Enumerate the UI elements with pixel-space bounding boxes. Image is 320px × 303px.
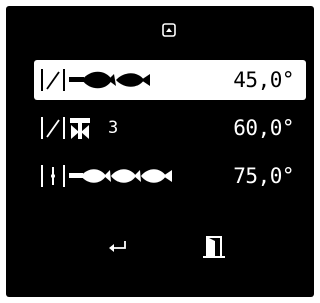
angle-item-2[interactable]: 3 60,0° — [34, 108, 306, 148]
stitch-count: 3 — [108, 118, 119, 138]
angle-item-1[interactable]: 45,0° — [34, 60, 306, 100]
angle-item-3[interactable]: 75,0° — [34, 156, 306, 196]
enter-icon[interactable] — [107, 239, 129, 255]
scroll-up-icon[interactable] — [162, 23, 176, 37]
angle-value: 60,0° — [233, 116, 294, 140]
angled-stitch-fish-pattern-icon — [41, 69, 150, 91]
exit-door-icon[interactable] — [203, 235, 225, 259]
angle-value: 75,0° — [233, 164, 294, 188]
display-screen: 45,0° 3 60,0° 75,0° — [6, 6, 314, 297]
straight-stitch-triple-fish-pattern-icon — [41, 165, 172, 187]
angled-stitch-presser-foot-icon — [41, 117, 90, 139]
angle-value: 45,0° — [233, 68, 294, 92]
